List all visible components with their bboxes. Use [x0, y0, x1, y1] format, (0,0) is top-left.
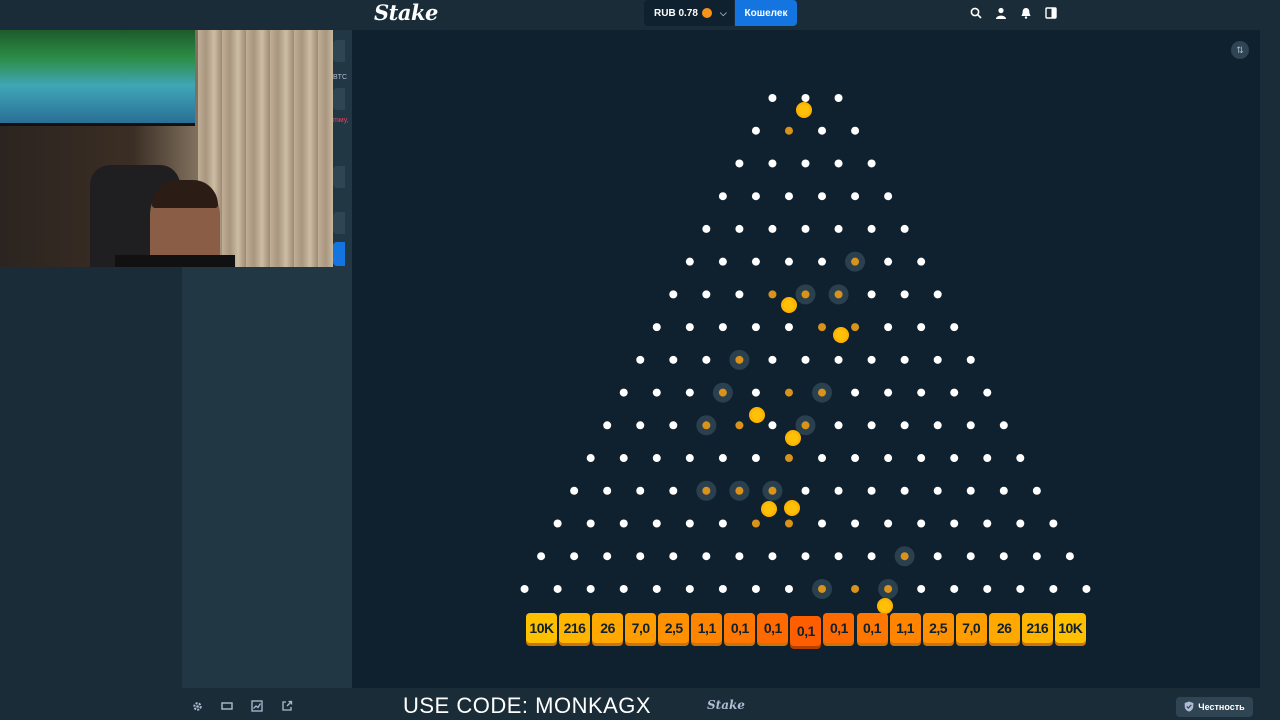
multiplier-bucket: 10K	[1054, 613, 1086, 643]
webcam-overlay	[0, 30, 333, 267]
game-settings-icon[interactable]: ⇅	[1231, 41, 1249, 59]
multiplier-bucket: 0,1	[823, 613, 855, 643]
multiplier-value: 7,0	[962, 620, 981, 636]
popout-icon[interactable]	[281, 700, 293, 712]
user-icon[interactable]	[993, 5, 1009, 21]
multiplier-value: 26	[996, 620, 1012, 636]
wallet-button[interactable]: Кошелек	[735, 0, 797, 26]
sidebar-toggle-icon[interactable]	[1043, 5, 1059, 21]
bet-panel-field-edge[interactable]	[333, 40, 345, 62]
chevron-down-icon: ⌵	[719, 7, 727, 18]
multiplier-bucket: 216	[559, 613, 591, 643]
bitcoin-coin-icon	[701, 8, 712, 18]
multiplier-value: 0,1	[863, 620, 881, 636]
multiplier-bucket: 2,5	[922, 613, 954, 643]
theatre-mode-icon[interactable]	[221, 700, 233, 712]
sidebar-footer	[0, 688, 180, 720]
multiplier-bucket: 7,0	[625, 613, 657, 643]
streamer-shirt	[115, 255, 235, 267]
multiplier-bucket: 26	[988, 613, 1020, 643]
multiplier-bucket: 1,1	[691, 613, 723, 643]
risk-select-edge[interactable]	[333, 166, 345, 188]
background-tv-screen	[0, 30, 195, 126]
multiplier-value: 2,5	[664, 620, 683, 636]
plinko-game-area	[352, 30, 1260, 688]
top-navigation-bar	[0, 0, 1280, 30]
multiplier-bucket: 7,0	[955, 613, 987, 643]
multiplier-value: 2,5	[929, 620, 948, 636]
multiplier-value: 1,1	[697, 620, 716, 636]
multiplier-bucket: 216	[1021, 613, 1053, 643]
stake-logo[interactable]: Stake	[374, 0, 438, 25]
bell-icon[interactable]	[1018, 5, 1034, 21]
multiplier-value: 216	[563, 620, 586, 636]
multiplier-value: 26	[600, 620, 615, 636]
bet-panel-warning-fragment: mму,	[333, 117, 349, 124]
left-sidebar	[0, 266, 182, 688]
multiplier-bucket: 0,1	[856, 613, 888, 643]
footer-stake-logo: Stake	[707, 698, 745, 712]
multiplier-value: 7,0	[631, 620, 650, 636]
multiplier-bucket: 26	[592, 613, 624, 643]
fairness-button[interactable]: Честность	[1176, 697, 1253, 717]
multiplier-value: 10K	[1058, 620, 1083, 636]
multiplier-value: 0,1	[829, 620, 848, 636]
bet-button-edge[interactable]	[333, 242, 345, 266]
balance-value: 0.78	[678, 7, 698, 19]
balance-selector[interactable]: RUB 0.78 ⌵	[644, 0, 734, 26]
stats-icon[interactable]	[251, 700, 263, 712]
multiplier-value: 1,1	[896, 620, 915, 636]
promo-code-overlay: USE CODE: MONKAGX	[403, 693, 652, 718]
multiplier-value: 0,1	[730, 620, 749, 636]
multiplier-bucket: 0,1	[790, 616, 822, 646]
multiplier-value: 0,1	[763, 620, 782, 636]
multiplier-bucket: 0,1	[757, 613, 789, 643]
fairness-label: Честность	[1198, 702, 1245, 712]
shield-check-icon	[1184, 701, 1194, 714]
multiplier-value: 10K	[529, 620, 554, 636]
multiplier-value: 0,1	[796, 623, 815, 639]
multiplier-bucket: 1,1	[889, 613, 921, 643]
settings-icon[interactable]	[191, 700, 203, 712]
multiplier-value: 216	[1026, 620, 1049, 636]
rows-select-edge[interactable]	[333, 212, 345, 234]
streamer-hair	[152, 180, 218, 208]
multiplier-bucket: 2,5	[658, 613, 690, 643]
balance-currency: RUB	[654, 7, 676, 19]
search-icon[interactable]	[968, 5, 984, 21]
bet-panel-input-edge[interactable]	[333, 88, 345, 110]
multiplier-bucket: 10K	[526, 613, 557, 643]
bet-panel-currency-fragment: BTC	[333, 74, 347, 81]
multiplier-bucket: 0,1	[724, 613, 756, 643]
right-gutter	[1260, 30, 1280, 688]
